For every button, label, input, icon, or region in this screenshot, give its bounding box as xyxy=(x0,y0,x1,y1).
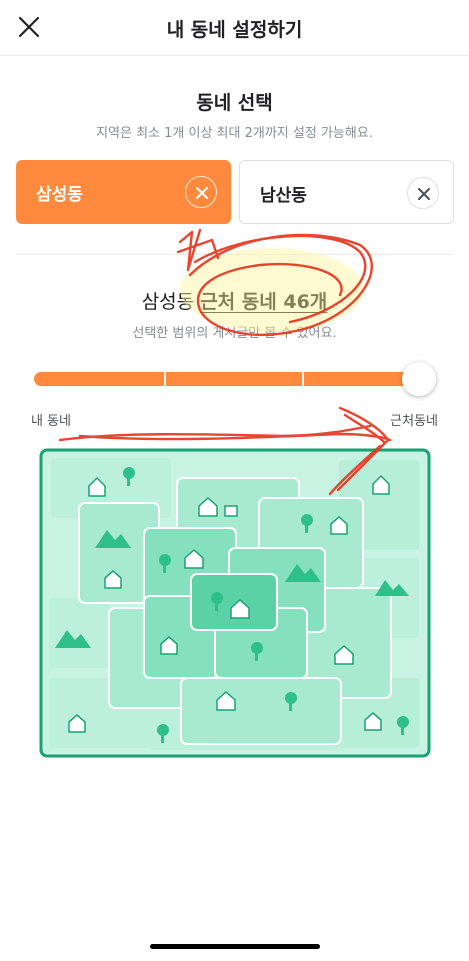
neighborhood-chip-selected[interactable]: 삼성동 xyxy=(16,160,231,224)
slider-tick xyxy=(302,372,304,386)
remove-neighborhood-button[interactable] xyxy=(185,176,217,208)
range-slider-track[interactable] xyxy=(34,372,426,386)
range-neighborhood: 삼성동 xyxy=(141,291,195,313)
chip-label: 남산동 xyxy=(260,186,307,206)
neighborhood-chip[interactable]: 남산동 xyxy=(239,160,454,224)
nearby-count-link[interactable]: 근처 동네 46개 xyxy=(200,291,327,313)
section-title: 동네 선택 xyxy=(196,92,273,114)
chip-label: 삼성동 xyxy=(36,185,83,205)
range-slider-thumb[interactable] xyxy=(402,362,437,396)
page-title: 내 동네 설정하기 xyxy=(166,19,303,41)
slider-max-label: 근처동네 xyxy=(390,414,438,429)
divider xyxy=(16,254,453,255)
home-indicator xyxy=(150,944,320,949)
neighborhood-map-illustration xyxy=(39,448,431,758)
section-subtitle: 지역은 최소 1개 이상 최대 2개까지 설정 가능해요. xyxy=(96,126,373,141)
range-title: 삼성동 근처 동네 46개 xyxy=(0,287,469,314)
slider-tick xyxy=(164,372,166,386)
close-icon xyxy=(196,187,208,199)
slider-min-label: 내 동네 xyxy=(31,414,72,429)
remove-neighborhood-button[interactable] xyxy=(407,177,439,209)
close-icon xyxy=(418,188,430,200)
top-bar: 내 동네 설정하기 xyxy=(0,0,469,56)
range-subtitle: 선택한 범위의 게시글만 볼 수 있어요. xyxy=(132,326,337,341)
